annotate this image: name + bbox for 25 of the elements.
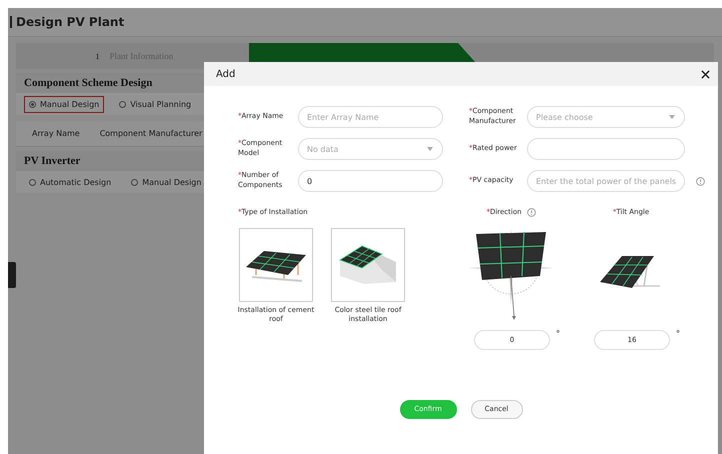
- radio-label: Visual Planning: [130, 100, 192, 108]
- unit-label: °: [676, 330, 680, 338]
- input-field[interactable]: 0: [298, 170, 443, 192]
- column-header: Component Manufacturer: [100, 129, 202, 138]
- radio-button[interactable]: [131, 178, 138, 186]
- radio-label: Automatic Design: [40, 178, 112, 186]
- radio-button[interactable]: [29, 178, 36, 186]
- close-icon[interactable]: [701, 70, 710, 78]
- select-field[interactable]: Please choose: [527, 106, 685, 128]
- installation-option[interactable]: [239, 228, 313, 302]
- radio-label: Manual Design: [142, 178, 202, 186]
- info-icon[interactable]: [526, 208, 536, 218]
- unit-label: °: [556, 330, 560, 338]
- page-title: Design PV Plant: [16, 15, 124, 29]
- input-field[interactable]: Enter the total power of the panels: [527, 170, 685, 192]
- installation-option[interactable]: [331, 228, 405, 302]
- select-field[interactable]: No data: [298, 138, 443, 160]
- radio-button[interactable]: [29, 100, 36, 108]
- input-field[interactable]: [527, 138, 685, 160]
- input-field[interactable]: Enter Array Name: [298, 106, 443, 128]
- radio-label: Manual Design: [40, 100, 100, 108]
- radio-button[interactable]: [119, 100, 126, 108]
- side-handle[interactable]: [8, 262, 16, 288]
- info-icon[interactable]: [696, 176, 705, 186]
- column-header: Array Name: [32, 129, 80, 138]
